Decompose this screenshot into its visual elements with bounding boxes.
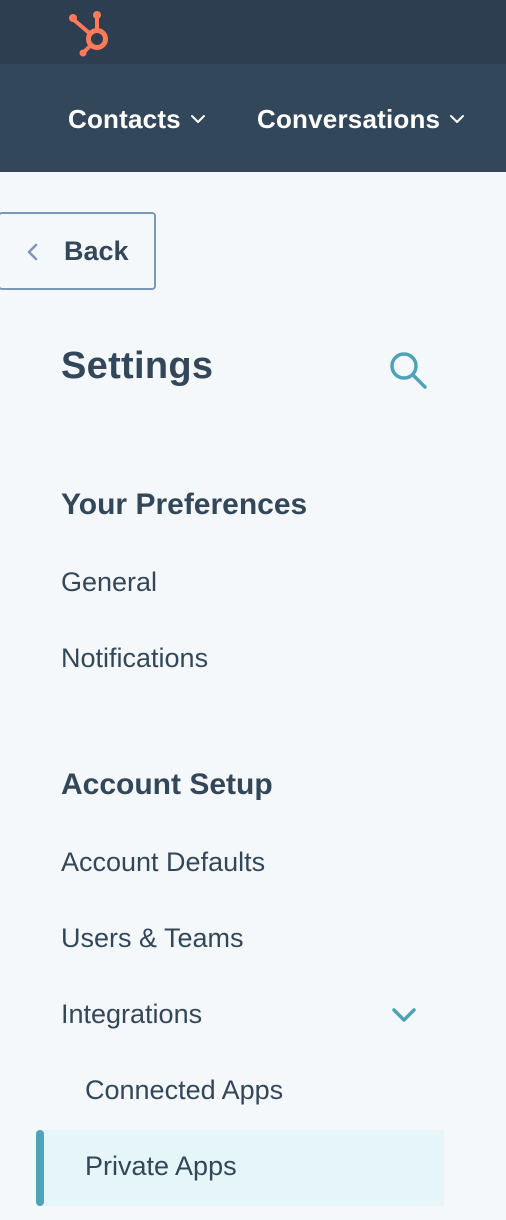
menu-item-private-apps[interactable]: Private Apps (85, 1151, 237, 1182)
chevron-down-icon (450, 115, 465, 123)
nav-conversations[interactable]: Conversations (257, 102, 465, 136)
chevron-down-icon (190, 115, 205, 123)
section-heading-your-preferences: Your Preferences (61, 488, 308, 521)
nav-conversations-label: Conversations (257, 103, 441, 134)
menu-item-users-teams[interactable]: Users & Teams (61, 923, 244, 954)
menu-item-account-defaults[interactable]: Account Defaults (61, 847, 265, 878)
search-icon[interactable] (387, 349, 429, 391)
nav-contacts-label: Contacts (68, 103, 181, 134)
chevron-left-icon (27, 243, 38, 261)
menu-item-general[interactable]: General (61, 567, 157, 598)
menu-item-connected-apps[interactable]: Connected Apps (85, 1075, 283, 1106)
active-item-indicator (36, 1130, 44, 1206)
nav-contacts[interactable]: Contacts (68, 102, 206, 136)
menu-item-integrations[interactable]: Integrations (61, 999, 202, 1030)
back-button-label: Back (64, 236, 129, 266)
chevron-down-icon[interactable] (391, 1006, 417, 1024)
main-navigation: Contacts Conversations (0, 64, 506, 172)
top-bar (0, 0, 506, 64)
menu-item-notifications[interactable]: Notifications (61, 643, 208, 674)
hubspot-logo-icon[interactable] (68, 6, 120, 58)
back-button[interactable]: Back (0, 212, 156, 290)
section-heading-account-setup: Account Setup (61, 768, 273, 801)
page-title: Settings (61, 345, 214, 387)
